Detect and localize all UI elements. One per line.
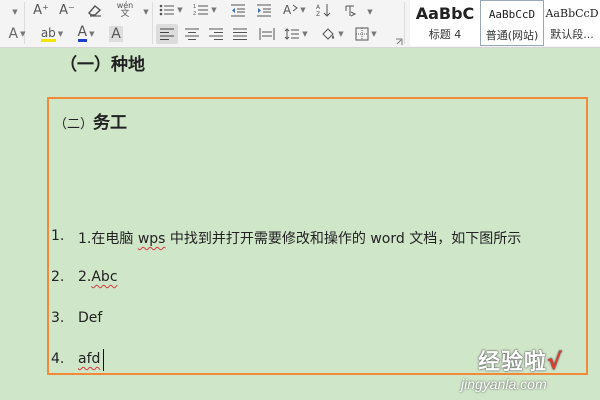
list-number: 2. [51, 269, 65, 285]
ribbon-toolbar: ▼ A⁺ A⁻ wén 文 ▼ ▼ 1 2 ▼ A ▼ AZ ▼ A ▼ ab ▼ A ▼ … [0, 0, 600, 48]
svg-text:2: 2 [193, 11, 196, 17]
text-effect-label: A [8, 26, 19, 42]
svg-text:A: A [316, 4, 321, 11]
paragraph-settings-launcher[interactable] [394, 32, 404, 52]
paragraph-marks-icon [345, 5, 357, 17]
watermark-text: 经验啦 [478, 350, 548, 375]
char-shading-label: A [109, 26, 123, 42]
align-left-button[interactable] [156, 24, 178, 44]
style-name: 普通(网站) [485, 29, 539, 42]
divider [152, 2, 153, 44]
text-effect-button[interactable]: A ▼ [4, 24, 30, 44]
align-right-button[interactable] [206, 24, 226, 44]
spelling-flagged-word: wps [137, 231, 166, 247]
distribute-button[interactable] [256, 24, 278, 44]
decrease-indent-button[interactable] [228, 0, 248, 20]
style-sample: AaBbCcD [545, 6, 599, 20]
align-center-button[interactable] [182, 24, 202, 44]
list-number: 3. [51, 310, 65, 326]
font-color-button[interactable]: A ▼ [72, 24, 100, 44]
list-number: 4. [51, 351, 65, 367]
dropdown-arrow-icon[interactable]: ▼ [364, 2, 374, 22]
list-number: 1. [51, 228, 65, 244]
borders-button[interactable]: ▼ [352, 24, 380, 44]
highlight-label: ab [40, 25, 56, 42]
style-sample: AaBbC [415, 3, 475, 23]
svg-text:Z: Z [316, 11, 320, 17]
style-default-paragraph[interactable]: AaBbCcD 默认段... [544, 0, 600, 46]
list-text: 2.Abc [78, 269, 118, 285]
style-heading-4[interactable]: AaBbC 标题 4 [410, 0, 481, 46]
dropdown-arrow-icon[interactable]: ▼ [8, 2, 20, 22]
watermark-logo: 经验啦√ [478, 344, 563, 376]
list-text: Def [78, 310, 103, 326]
text-direction-icon: A [283, 3, 299, 17]
svg-text:A: A [283, 3, 292, 17]
shading-fill-button[interactable]: ▼ [318, 24, 346, 44]
style-sample: AaBbCcD [488, 7, 536, 21]
paint-bucket-icon [322, 28, 335, 40]
list-text: 1.在电脑 wps 中找到并打开需要修改和操作的 word 文档，如下图所示 [78, 228, 521, 248]
style-name: 标题 4 [428, 28, 462, 41]
show-hide-marks-button[interactable] [340, 0, 360, 20]
justify-button[interactable] [230, 24, 250, 44]
svg-text:1: 1 [193, 4, 196, 10]
borders-icon [355, 27, 369, 41]
shrink-font-button[interactable]: A⁻ [56, 0, 78, 20]
style-normal-web[interactable]: AaBbCcD 普通(网站) [480, 0, 544, 46]
divider [404, 2, 405, 44]
sort-icon: AZ [316, 4, 331, 17]
text-run: 2. [78, 269, 92, 285]
checkmark-icon: √ [547, 350, 563, 375]
highlight-button[interactable]: ab ▼ [36, 24, 68, 44]
bullet-list-button[interactable]: ▼ [158, 0, 184, 20]
phonetic-guide-button[interactable]: wén 文 [110, 0, 140, 20]
increase-indent-button[interactable] [254, 0, 274, 20]
spelling-flagged-word: Abc [91, 269, 118, 285]
text-run: 1.在电脑 [78, 231, 138, 247]
indent-icon [257, 4, 271, 17]
watermark-url: jingyanla.com [461, 376, 547, 392]
text-cursor [103, 349, 104, 371]
dropdown-arrow-icon[interactable]: ▼ [140, 2, 150, 22]
justify-icon [233, 28, 247, 40]
line-spacing-icon [284, 28, 300, 40]
sort-button[interactable]: AZ [314, 0, 334, 20]
eraser-icon [88, 5, 102, 17]
char-shading-button[interactable]: A [106, 24, 126, 44]
font-color-label: A [77, 24, 88, 42]
outdent-icon [231, 4, 245, 17]
numbered-list-icon: 12 [193, 4, 209, 17]
phonetic-char: 文 [120, 9, 130, 19]
text-direction-button[interactable]: A ▼ [280, 0, 308, 20]
align-right-icon [209, 28, 223, 40]
numbered-list-button[interactable]: 1 2 ▼ [190, 0, 220, 20]
align-left-icon [160, 28, 174, 40]
clear-format-button[interactable] [84, 0, 106, 20]
previous-section-heading: （一）种地 [60, 55, 145, 75]
grow-font-button[interactable]: A⁺ [30, 0, 52, 20]
list-text: afd [78, 351, 100, 367]
line-spacing-button[interactable]: ▼ [282, 24, 310, 44]
align-center-icon [185, 28, 199, 40]
text-run: 中找到并打开需要修改和操作的 word 文档，如下图所示 [165, 231, 522, 247]
style-name: 默认段... [550, 28, 594, 41]
section-heading[interactable]: （二）务工 [54, 108, 127, 133]
watermark-title: 经验啦√ [478, 350, 563, 375]
launcher-icon [396, 38, 403, 45]
bullet-list-icon [159, 4, 175, 16]
section-number: （二） [54, 117, 94, 132]
spelling-flagged-word: afd [78, 351, 101, 367]
distribute-icon [259, 28, 275, 40]
section-title: 务工 [93, 113, 128, 133]
